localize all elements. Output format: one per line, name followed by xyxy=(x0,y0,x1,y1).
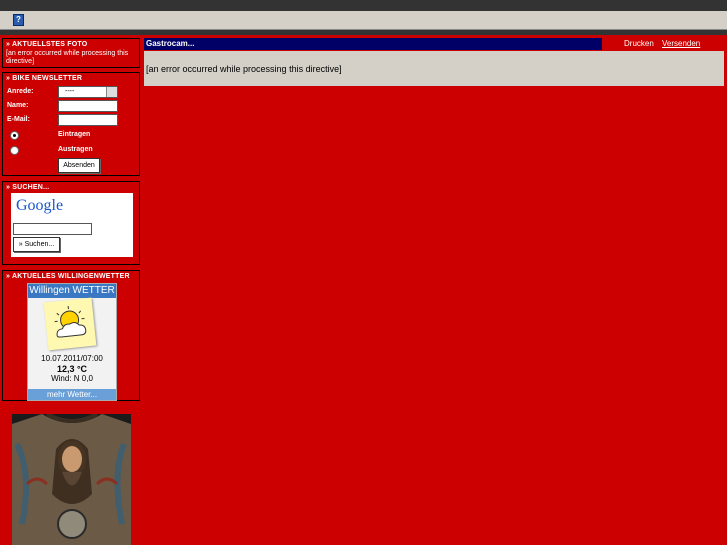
search-button[interactable]: » Suchen... xyxy=(13,237,60,252)
austragen-label: Austragen xyxy=(58,146,93,153)
page-actions: Drucken Versenden xyxy=(603,38,724,50)
chevron-down-icon xyxy=(106,87,117,97)
tshirt-image[interactable] xyxy=(12,414,131,545)
page-title: Gastrocam... xyxy=(144,38,602,50)
weather-wind: Wind: N 0,0 xyxy=(51,374,93,383)
anrede-label: Anrede: xyxy=(7,88,34,95)
google-search-panel: Google » Suchen... xyxy=(11,193,133,257)
print-link[interactable]: Drucken xyxy=(624,38,654,50)
main-content: [an error occurred while processing this… xyxy=(144,51,724,86)
newsletter-title: » BIKE NEWSLETTER xyxy=(6,75,83,82)
weather-datetime: 10.07.2011/07:00 xyxy=(41,354,103,363)
weather-widget[interactable]: Willingen WETTER 10.07.2011/07:00 12,3 °… xyxy=(27,283,117,401)
cloud-sun-icon xyxy=(43,297,97,351)
top-dark-bar xyxy=(0,0,727,11)
anrede-select[interactable]: ---- xyxy=(58,86,118,98)
weather-title: » AKTUELLES WILLINGENWETTER xyxy=(6,273,130,280)
weather-temperature: 12,3 °C xyxy=(56,364,88,374)
email-label: E-Mail: xyxy=(7,116,30,123)
help-icon[interactable]: ? xyxy=(13,14,24,26)
divider xyxy=(0,30,727,35)
eintragen-radio[interactable] xyxy=(10,131,19,140)
weather-box: » AKTUELLES WILLINGENWETTER Willingen WE… xyxy=(2,270,140,401)
search-box: » SUCHEN... Google » Suchen... xyxy=(2,181,140,265)
google-logo-text: Google xyxy=(16,197,64,214)
eintragen-label: Eintragen xyxy=(58,131,91,138)
name-field[interactable] xyxy=(58,100,118,112)
newsletter-box: » BIKE NEWSLETTER Anrede: ---- Name: E-M… xyxy=(2,72,140,176)
absenden-button[interactable]: Absenden xyxy=(58,158,100,173)
google-logo: Google xyxy=(16,197,63,215)
austragen-radio[interactable] xyxy=(10,146,19,155)
weather-widget-title: Willingen WETTER xyxy=(28,284,116,298)
search-title: » SUCHEN... xyxy=(6,184,50,191)
name-label: Name: xyxy=(7,102,29,109)
foto-title: » AKTUELLSTES FOTO xyxy=(6,41,88,48)
toolbar: ? xyxy=(0,11,727,30)
search-input[interactable] xyxy=(13,223,92,235)
send-link[interactable]: Versenden xyxy=(662,38,700,50)
email-field[interactable] xyxy=(58,114,118,126)
weather-more-link[interactable]: mehr Wetter... xyxy=(28,389,116,400)
anrede-value: ---- xyxy=(65,88,75,95)
foto-box: » AKTUELLSTES FOTO [an error occurred wh… xyxy=(2,38,140,68)
foto-error-text: [an error occurred while processing this… xyxy=(6,50,129,65)
